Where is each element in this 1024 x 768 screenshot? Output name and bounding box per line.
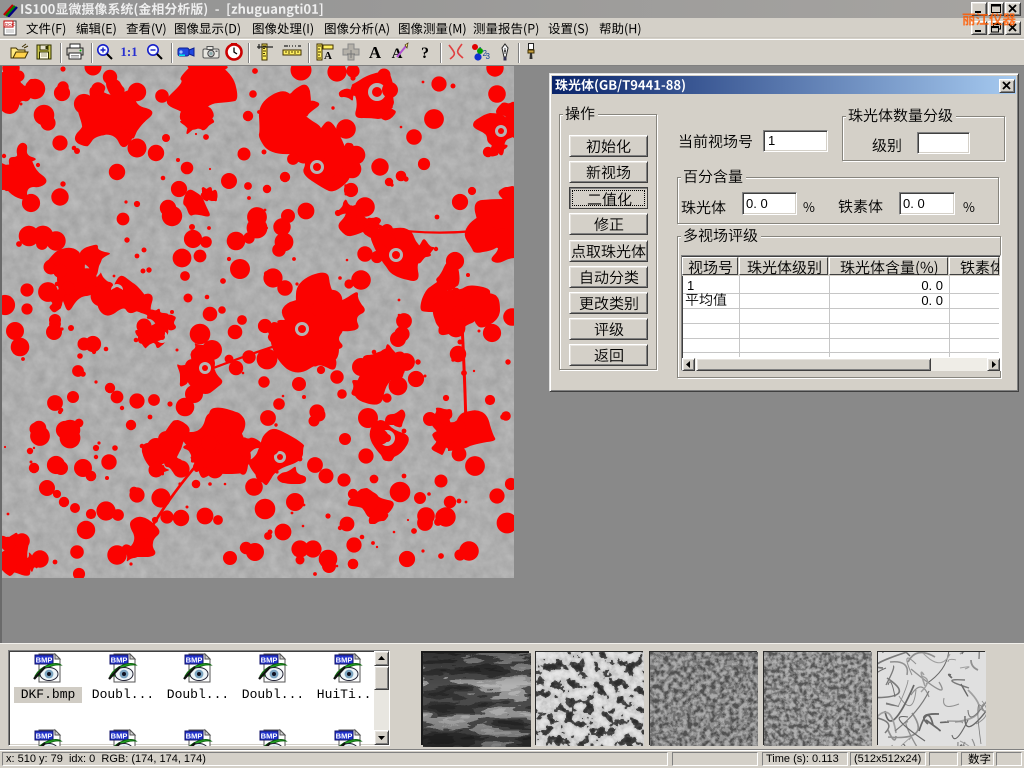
svg-text:BMP: BMP xyxy=(261,656,278,665)
svg-text:BMP: BMP xyxy=(36,732,53,741)
svg-text:A: A xyxy=(369,43,382,62)
svg-text:3: 3 xyxy=(486,52,491,61)
svg-text:BMP: BMP xyxy=(336,732,353,741)
svg-text:BMP: BMP xyxy=(111,732,128,741)
svg-text:DOC: DOC xyxy=(5,22,16,27)
svg-text:1:1: 1:1 xyxy=(120,44,137,59)
svg-text:A: A xyxy=(392,46,403,62)
svg-text:BMP: BMP xyxy=(36,656,53,665)
svg-text:BMP: BMP xyxy=(186,732,203,741)
svg-text:?: ? xyxy=(421,45,429,62)
svg-text:BMP: BMP xyxy=(261,732,278,741)
svg-text:A: A xyxy=(324,50,332,62)
svg-text:BMP: BMP xyxy=(336,656,353,665)
svg-text:BMP: BMP xyxy=(186,656,203,665)
svg-text:BMP: BMP xyxy=(111,656,128,665)
